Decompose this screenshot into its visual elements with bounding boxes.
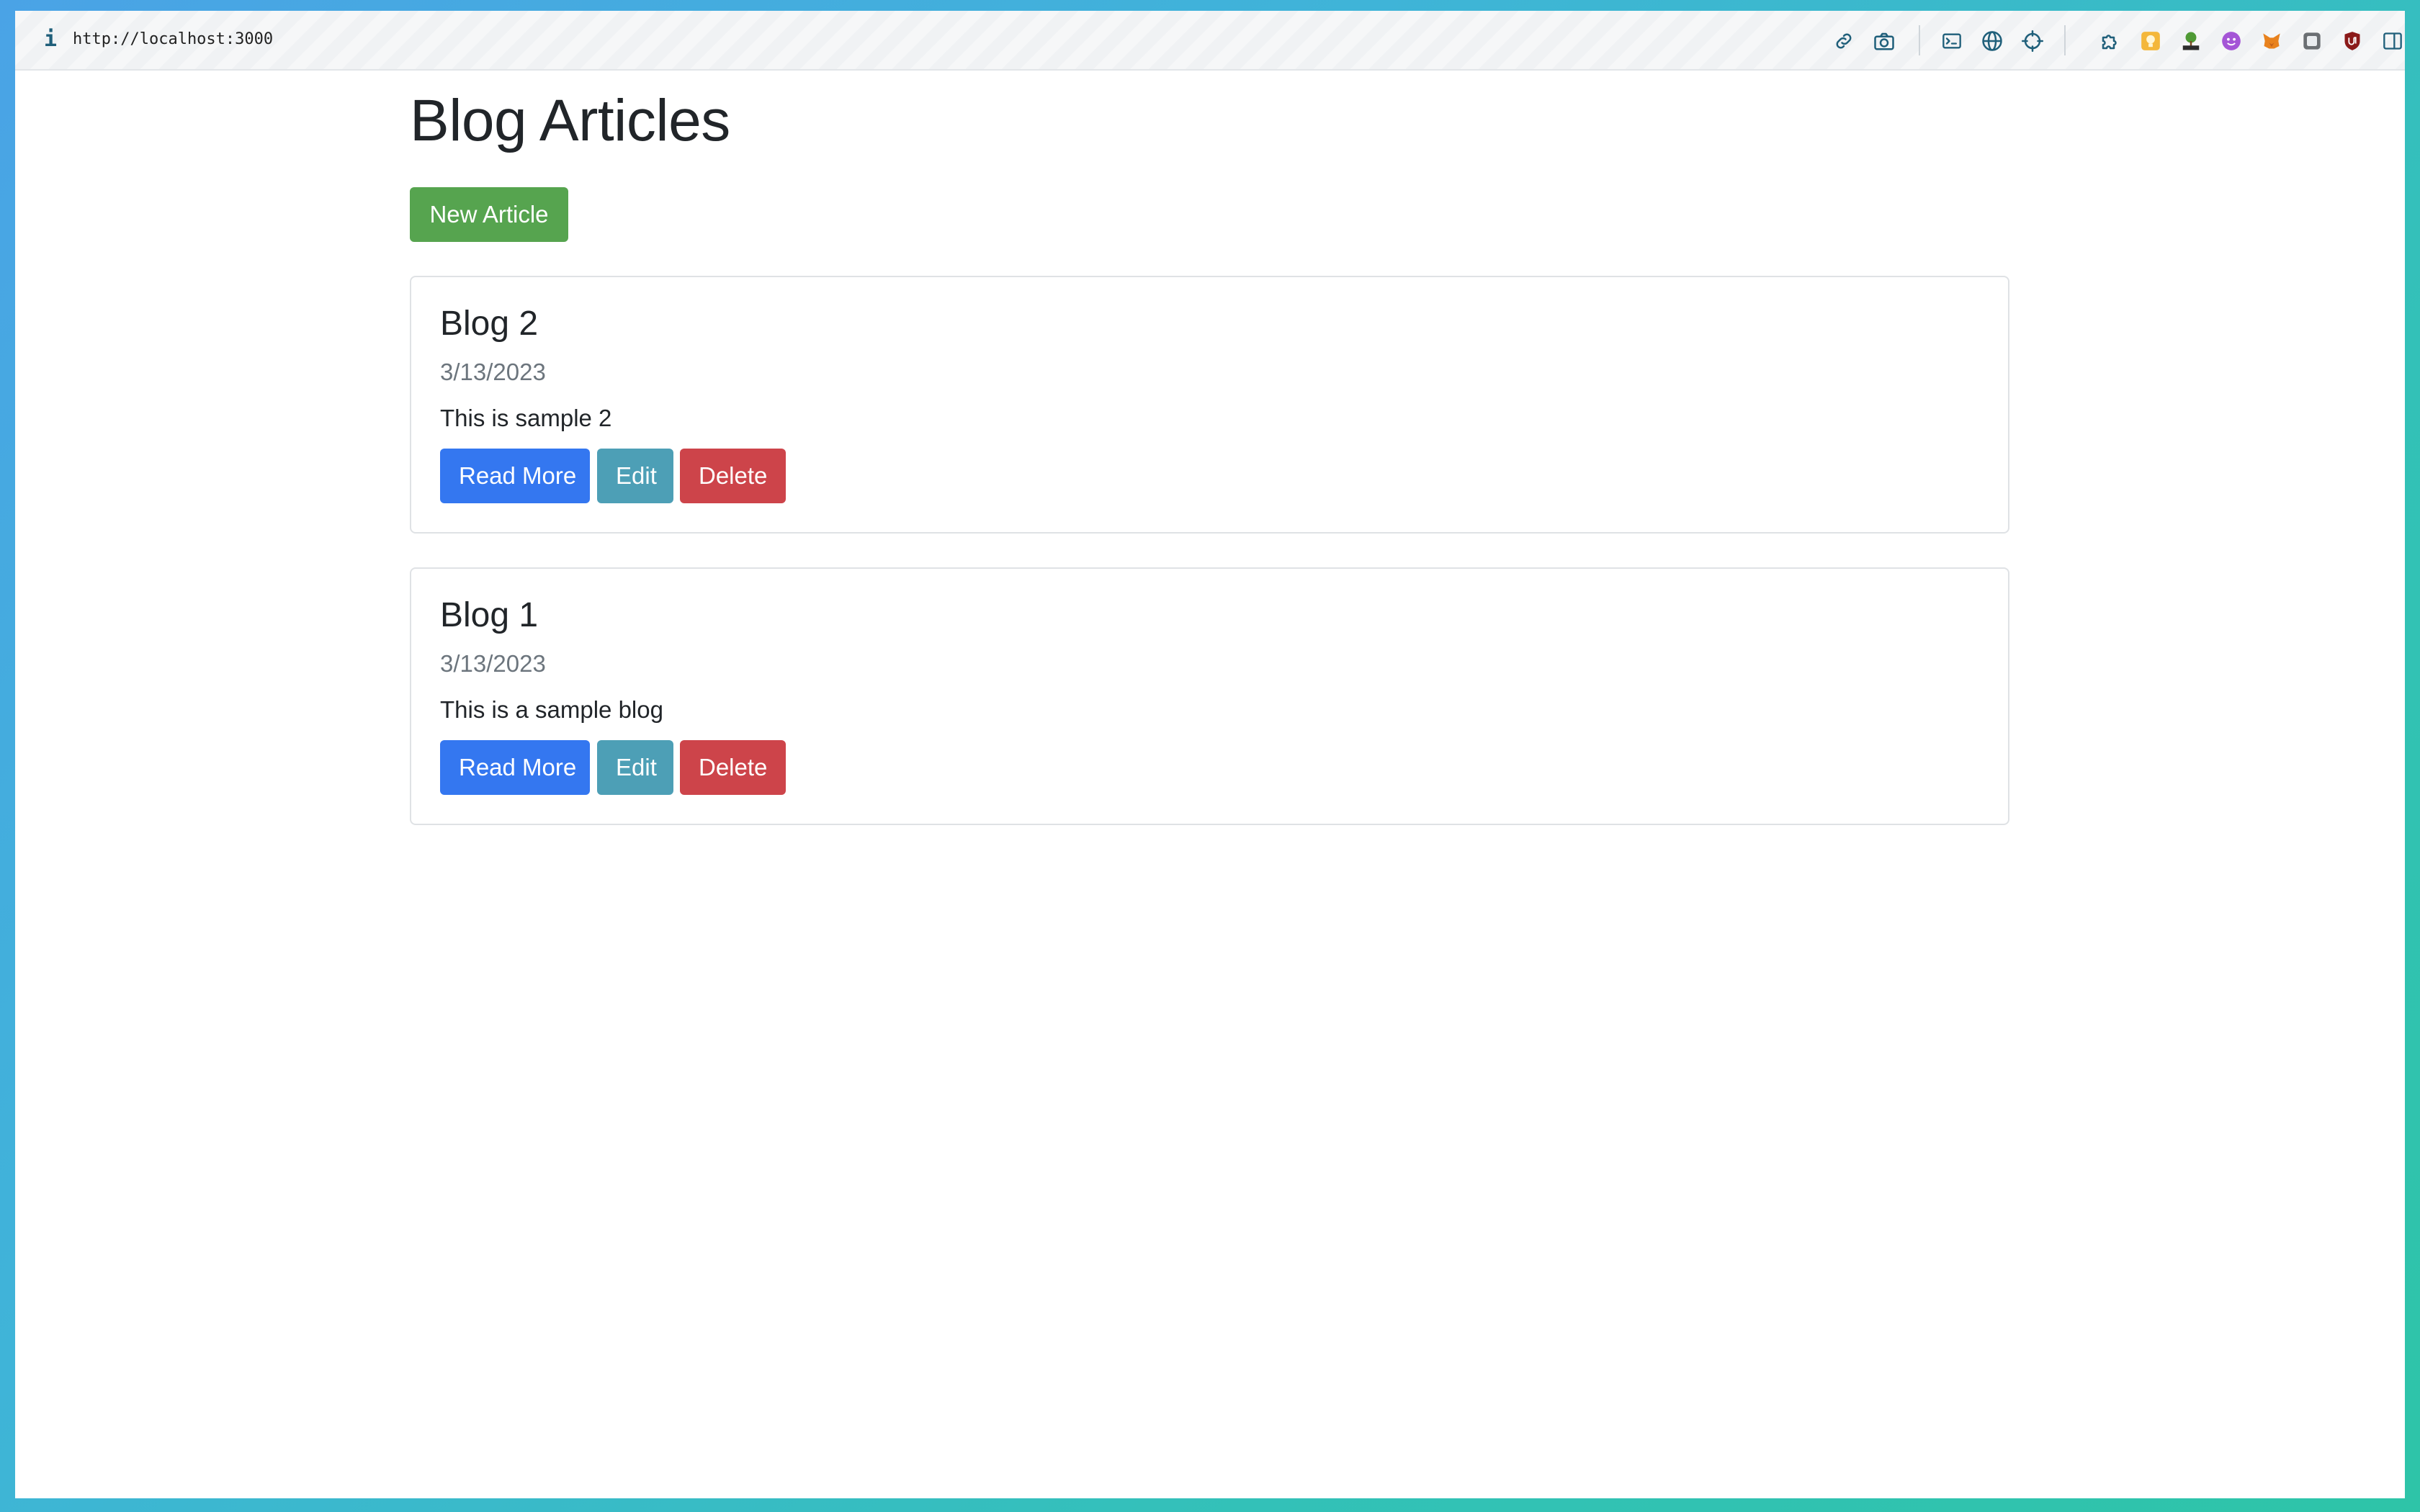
- page-title: Blog Articles: [410, 88, 730, 153]
- delete-button[interactable]: Delete: [680, 740, 786, 795]
- browser-toolbar: i http://localhost:3000: [15, 11, 2405, 71]
- new-article-button[interactable]: New Article: [410, 187, 568, 242]
- metamask-fox-icon[interactable]: [2259, 29, 2284, 53]
- extensions-icon[interactable]: [2098, 29, 2123, 53]
- purple-face-extension-icon[interactable]: [2219, 29, 2244, 53]
- article-summary: This is sample 2: [440, 405, 612, 431]
- edit-button[interactable]: Edit: [597, 740, 673, 795]
- article-title: Blog 1: [440, 596, 539, 634]
- link-icon[interactable]: [1832, 29, 1856, 53]
- article-date: 3/13/2023: [440, 650, 546, 677]
- crosshair-icon[interactable]: [2020, 29, 2045, 53]
- read-more-button[interactable]: Read More: [440, 740, 590, 795]
- page-content: Blog Articles New Article Blog 2 3/13/20…: [15, 71, 2405, 1498]
- article-date: 3/13/2023: [440, 359, 546, 385]
- edit-button[interactable]: Edit: [597, 449, 673, 503]
- sidebar-toggle-icon[interactable]: [2380, 29, 2405, 53]
- article-card: Blog 2 3/13/2023 This is sample 2 Read M…: [410, 276, 2009, 534]
- article-card: Blog 1 3/13/2023 This is a sample blog R…: [410, 567, 2009, 825]
- html-tree-extension-icon[interactable]: [2179, 29, 2203, 53]
- lightbulb-extension-icon[interactable]: [2138, 29, 2163, 53]
- toolbar-separator: [2064, 25, 2066, 55]
- article-title: Blog 2: [440, 305, 539, 343]
- camera-icon[interactable]: [1872, 29, 1896, 53]
- toolbar-separator: [1919, 25, 1920, 55]
- info-icon[interactable]: i: [40, 27, 61, 53]
- ublock-shield-icon[interactable]: [2340, 29, 2365, 53]
- square-extension-icon[interactable]: [2300, 29, 2324, 53]
- browser-window: i http://localhost:3000 Blog Articles Ne…: [15, 11, 2405, 1498]
- delete-button[interactable]: Delete: [680, 449, 786, 503]
- url-display[interactable]: http://localhost:3000: [73, 27, 273, 53]
- globe-icon[interactable]: [1980, 29, 2004, 53]
- article-summary: This is a sample blog: [440, 696, 663, 723]
- read-more-button[interactable]: Read More: [440, 449, 590, 503]
- terminal-icon[interactable]: [1940, 29, 1964, 53]
